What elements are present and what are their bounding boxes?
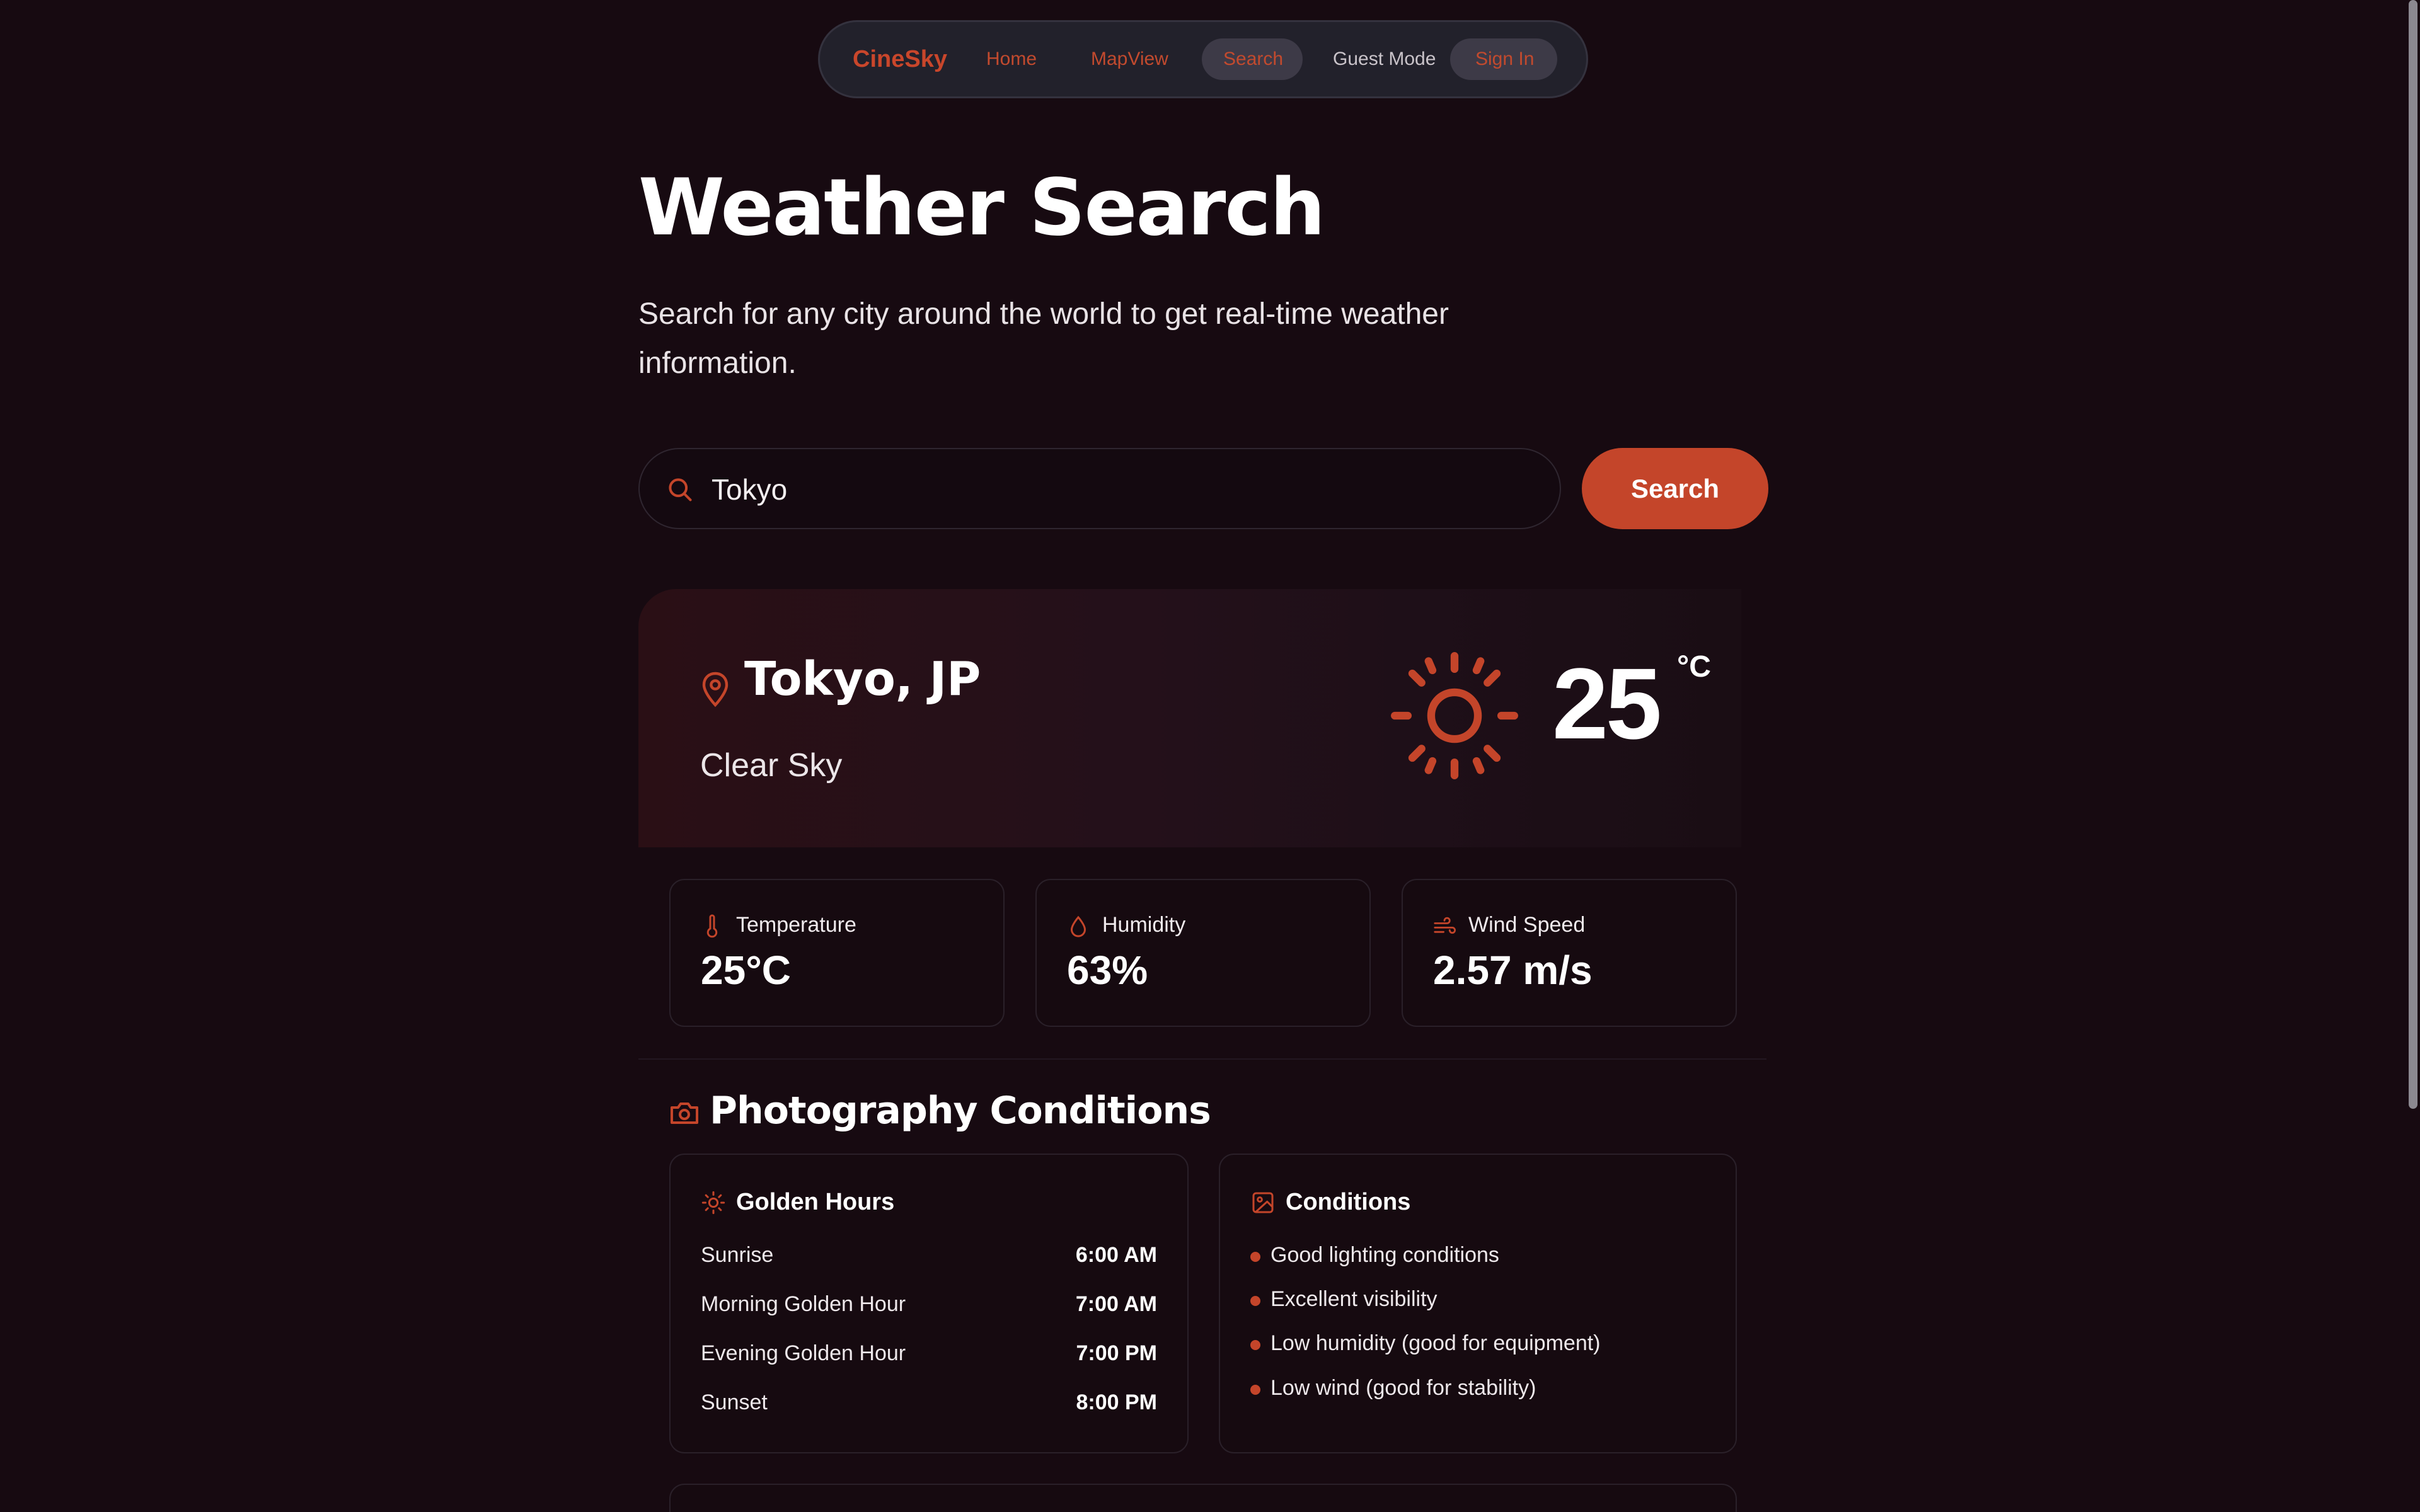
golden-hour-row: Sunrise 6:00 AM (701, 1243, 1157, 1268)
condition-item: Low wind (good for stability) (1250, 1376, 1536, 1400)
conditions-title: Conditions (1286, 1189, 1411, 1215)
search-input[interactable] (712, 464, 1531, 515)
condition-item: Excellent visibility (1250, 1287, 1438, 1312)
condition-text: Low wind (good for stability) (1270, 1376, 1536, 1400)
camera-icon (671, 1102, 698, 1124)
thermometer-icon (706, 914, 718, 938)
photography-title: Photography Conditions (710, 1089, 1211, 1133)
row-label: Evening Golden Hour (701, 1341, 906, 1365)
top-nav: CineSky Home MapView Search Guest Mode S… (818, 20, 1588, 98)
weather-condition: Clear Sky (700, 747, 843, 784)
sun-icon (701, 1191, 725, 1215)
row-label: Morning Golden Hour (701, 1292, 906, 1316)
stat-label: Humidity (1102, 913, 1186, 937)
condition-text: Excellent visibility (1270, 1287, 1438, 1311)
section-divider (638, 1058, 1766, 1060)
current-weather-card: Tokyo, JP Clear Sky 25 °C (638, 589, 1741, 847)
row-label: Sunset (701, 1390, 768, 1414)
page-subtitle: Search for any city around the world to … (638, 297, 1449, 380)
location-pin-icon (702, 672, 729, 707)
row-time: 7:00 AM (1075, 1292, 1157, 1316)
golden-hour-row: Sunset 8:00 PM (701, 1390, 1157, 1415)
row-label: Sunrise (701, 1243, 774, 1267)
conditions-panel: Conditions Good lighting conditions Exce… (1219, 1154, 1737, 1453)
condition-item: Good lighting conditions (1250, 1243, 1499, 1268)
city-name: Tokyo, JP (744, 652, 981, 706)
nav-link-search[interactable]: Search (1223, 49, 1283, 70)
stat-label: Wind Speed (1468, 913, 1586, 937)
golden-hours-panel: Golden Hours Sunrise 6:00 AM Morning Gol… (669, 1154, 1189, 1453)
guest-mode-label: Guest Mode (1333, 49, 1436, 69)
search-button[interactable]: Search (1582, 448, 1768, 529)
stat-card-temperature: Temperature 25°C (669, 879, 1005, 1027)
condition-text: Low humidity (good for equipment) (1270, 1331, 1601, 1355)
nav-link-home[interactable]: Home (986, 49, 1037, 70)
condition-text: Good lighting conditions (1270, 1243, 1499, 1267)
bullet-dot (1250, 1296, 1260, 1306)
sun-icon (1391, 652, 1518, 779)
page-title: Weather Search (638, 163, 1325, 253)
stat-value: 25°C (701, 948, 791, 993)
golden-hour-row: Morning Golden Hour 7:00 AM (701, 1292, 1157, 1317)
bullet-dot (1250, 1252, 1260, 1262)
page: CineSky Home MapView Search Guest Mode S… (0, 0, 2420, 1512)
scrollbar[interactable] (2409, 0, 2417, 1109)
golden-hour-row: Evening Golden Hour 7:00 PM (701, 1341, 1157, 1366)
stat-card-humidity: Humidity 63% (1035, 879, 1371, 1027)
row-time: 6:00 AM (1075, 1243, 1157, 1267)
next-section-card (669, 1484, 1737, 1512)
brand-logo[interactable]: CineSky (853, 46, 947, 73)
stat-label: Temperature (736, 913, 856, 937)
image-icon (1252, 1192, 1274, 1213)
condition-item: Low humidity (good for equipment) (1250, 1331, 1601, 1356)
nav-link-mapview[interactable]: MapView (1091, 49, 1168, 70)
row-time: 7:00 PM (1076, 1341, 1158, 1365)
bullet-dot (1250, 1385, 1260, 1395)
row-time: 8:00 PM (1076, 1390, 1158, 1414)
temperature-unit: °C (1677, 650, 1711, 684)
stat-value: 2.57 m/s (1433, 948, 1593, 993)
search-icon (669, 478, 692, 501)
bullet-dot (1250, 1340, 1260, 1350)
signin-button[interactable]: Sign In (1475, 49, 1534, 70)
current-temperature: 25 (1552, 647, 1662, 760)
stat-card-wind-speed: Wind Speed 2.57 m/s (1402, 879, 1737, 1027)
droplet-icon (1070, 915, 1086, 937)
stat-value: 63% (1067, 948, 1148, 993)
golden-hours-title: Golden Hours (736, 1189, 895, 1215)
search-field[interactable] (638, 448, 1561, 529)
wind-icon (1434, 917, 1456, 934)
